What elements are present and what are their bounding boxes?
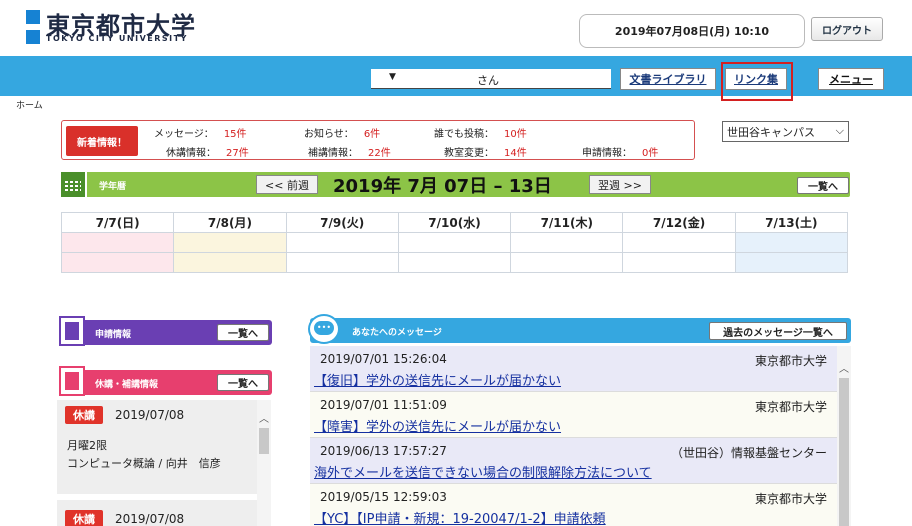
calendar-icon — [59, 170, 87, 199]
cancellation-course[interactable]: コンピュータ概論 / 向井 信彦 — [67, 456, 247, 472]
cancellation-info-label: 休講・補講情報 — [95, 380, 159, 390]
message-title-link[interactable]: 【復旧】学外の送信先にメールが届かない — [314, 370, 561, 389]
user-selector[interactable]: ▼ さん — [371, 69, 611, 89]
cancellation-period: 月曜2限 — [67, 439, 107, 452]
news-item-makeups[interactable]: 補講情報： 22件 — [308, 144, 391, 159]
message-list: 2019/07/01 15:26:04 東京都市大学 【復旧】学外の送信先にメー… — [310, 346, 837, 526]
week-title: 2019年 7月 07日 – 13日 — [333, 176, 552, 197]
scroll-up-icon[interactable]: ︿ — [839, 360, 849, 375]
logo-text-en: TOKYO CITY UNIVERSITY — [46, 34, 188, 43]
message-row: 2019/06/13 17:57:27 （世田谷）情報基盤センター 海外でメール… — [310, 438, 837, 484]
calendar-cell — [510, 232, 624, 253]
application-list-button[interactable]: 一覧へ — [217, 324, 269, 341]
message-row: 2019/07/01 15:26:04 東京都市大学 【復旧】学外の送信先にメー… — [310, 346, 837, 392]
cancellation-scrollbar[interactable]: ︿ — [257, 400, 271, 526]
calendar-cell — [285, 252, 399, 273]
message-sender: 東京都市大学 — [754, 354, 827, 368]
calendar-cell — [60, 252, 175, 273]
next-week-button[interactable]: 翌週 >> — [589, 175, 651, 194]
message-sender: 東京都市大学 — [754, 400, 827, 414]
message-sender: 東京都市大学 — [754, 492, 827, 506]
application-info-label: 申請情報 — [95, 330, 132, 340]
calendar-list-button[interactable]: 一覧へ — [797, 177, 849, 194]
scrollbar-thumb[interactable] — [839, 378, 849, 526]
cancellation-info-bar: 休講・補講情報 一覧へ — [59, 366, 272, 396]
news-item-cancellations[interactable]: 休講情報： 27件 — [166, 144, 249, 159]
campus-select-value: 世田谷キャンパス — [727, 125, 815, 139]
new-info-badge: 新着情報！ — [66, 126, 138, 156]
calendar-day-header: 7/10(水) — [397, 212, 512, 233]
chat-bubble-icon — [308, 314, 340, 344]
calendar-cell — [397, 252, 512, 273]
cancellation-tag: 休講 — [65, 406, 103, 424]
calendar-cell — [510, 252, 624, 273]
logo-mark — [26, 10, 40, 24]
news-item-notices[interactable]: お知らせ： 6件 — [304, 125, 380, 140]
prev-week-button[interactable]: << 前週 — [256, 175, 318, 194]
scrollbar-thumb[interactable] — [259, 428, 269, 454]
message-date: 2019/05/15 12:59:03 — [320, 490, 447, 504]
calendar-cell — [734, 252, 849, 273]
message-date: 2019/06/13 17:57:27 — [320, 444, 447, 458]
dropdown-arrow-icon: ▼ — [389, 72, 396, 82]
news-item-posts[interactable]: 誰でも投稿： 10件 — [434, 125, 527, 140]
cancellation-tag: 休講 — [65, 510, 103, 526]
document-library-link[interactable]: 文書ライブラリ — [620, 68, 716, 90]
logo-mark — [26, 30, 40, 44]
campus-select[interactable]: 世田谷キャンパス ⌵ — [722, 121, 849, 142]
application-info-bar: 申請情報 一覧へ — [59, 316, 272, 346]
current-datetime: 2019年07月08日(月) 10:10 — [579, 14, 805, 48]
university-logo: 東京都市大学 TOKYO CITY UNIVERSITY — [26, 8, 236, 48]
academic-calendar-bar: 学年暦 << 前週 2019年 7月 07日 – 13日 翌週 >> 一覧へ — [59, 170, 850, 199]
message-sender: （世田谷）情報基盤センター — [670, 446, 827, 460]
calendar-day-header: 7/13(土) — [734, 212, 849, 233]
list-divider — [57, 494, 257, 500]
calendar-day-header: 7/8(月) — [173, 212, 287, 233]
calendar-cell — [173, 232, 287, 253]
calendar-day-header: 7/9(火) — [285, 212, 399, 233]
academic-calendar-label: 学年暦 — [99, 182, 127, 192]
cancellation-date: 2019/07/08 — [115, 512, 185, 526]
messages-label: あなたへのメッセージ — [352, 328, 442, 338]
calendar-cell — [397, 232, 512, 253]
calendar-cell — [285, 232, 399, 253]
logout-button[interactable]: ログアウト — [811, 17, 883, 41]
news-item-applications[interactable]: 申請情報： 0件 — [582, 144, 658, 159]
calendar-day-header: 7/7(日) — [60, 212, 175, 233]
message-title-link[interactable]: 【YC】【IP申請・新規：19-20047/1-2】申請依頼 — [314, 508, 606, 526]
message-title-link[interactable]: 海外でメールを送信できない場合の制限解除方法について — [314, 462, 652, 481]
document-icon — [59, 316, 85, 346]
week-calendar: 7/7(日) 7/8(月) 7/9(火) 7/10(水) 7/11(木) 7/1… — [60, 212, 849, 273]
message-title-link[interactable]: 【障害】学外の送信先にメールが届かない — [314, 416, 561, 435]
calendar-cell — [60, 232, 175, 253]
breadcrumb-home[interactable]: ホーム — [16, 98, 43, 111]
calendar-cell — [734, 232, 849, 253]
cancellation-list-button[interactable]: 一覧へ — [217, 374, 269, 391]
building-icon — [59, 366, 85, 396]
new-info-box: 新着情報！ メッセージ： 15件 お知らせ： 6件 誰でも投稿： 10件 休講情報： 2… — [61, 120, 695, 160]
past-messages-button[interactable]: 過去のメッセージ一覧へ — [709, 322, 847, 340]
cancellation-date: 2019/07/08 — [115, 408, 185, 422]
news-item-messages[interactable]: メッセージ： 15件 — [154, 125, 247, 140]
chevron-down-icon: ⌵ — [835, 124, 844, 137]
calendar-day-header: 7/12(金) — [622, 212, 736, 233]
cancellation-list: 休講 2019/07/08 月曜2限 コンピュータ概論 / 向井 信彦 休講 2… — [57, 400, 271, 526]
calendar-cell — [173, 252, 287, 273]
news-item-room-changes[interactable]: 教室変更： 14件 — [444, 144, 527, 159]
calendar-day-header: 7/11(木) — [510, 212, 624, 233]
menu-button[interactable]: メニュー — [818, 68, 884, 90]
message-row: 2019/07/01 11:51:09 東京都市大学 【障害】学外の送信先にメー… — [310, 392, 837, 438]
message-row: 2019/05/15 12:59:03 東京都市大学 【YC】【IP申請・新規：… — [310, 484, 837, 526]
calendar-cell — [622, 232, 736, 253]
user-name-suffix: さん — [477, 74, 499, 87]
messages-scrollbar[interactable]: ︿ — [837, 346, 851, 526]
message-date: 2019/07/01 11:51:09 — [320, 398, 447, 412]
message-date: 2019/07/01 15:26:04 — [320, 352, 447, 366]
highlight-box — [721, 62, 793, 101]
messages-bar: あなたへのメッセージ 過去のメッセージ一覧へ — [308, 314, 851, 344]
scroll-up-icon[interactable]: ︿ — [259, 410, 269, 425]
calendar-cell — [622, 252, 736, 273]
